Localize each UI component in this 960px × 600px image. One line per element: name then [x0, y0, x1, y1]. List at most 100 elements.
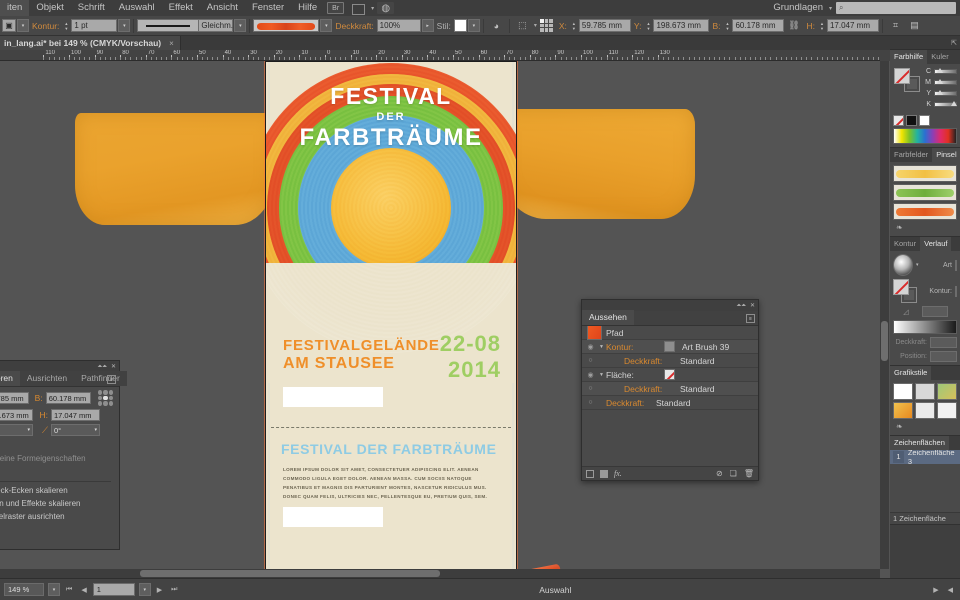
transform-reference-point[interactable]	[98, 390, 113, 406]
fx-icon[interactable]: fx.	[614, 469, 622, 478]
duplicate-item-icon[interactable]: ❏	[730, 469, 737, 478]
tab-ausrichten[interactable]: Ausrichten	[19, 371, 75, 386]
brush-libraries-icon[interactable]: ❧	[896, 223, 903, 232]
gradient-slider-preview[interactable]	[893, 320, 957, 334]
horizontal-scrollbar-thumb[interactable]	[140, 570, 440, 577]
tab-pathfinder[interactable]: Pathfinder	[74, 371, 127, 386]
magenta-slider-row[interactable]: M	[923, 79, 957, 86]
gradient-fill-stroke-control[interactable]	[893, 279, 918, 303]
tab-verlauf[interactable]: Verlauf	[920, 237, 952, 251]
no-selection-icon[interactable]: ▣	[2, 19, 16, 32]
artboards-list[interactable]: 1 Zeichenfläche 3	[890, 448, 960, 512]
chevron-down-icon-gradient[interactable]: ▾	[916, 262, 919, 268]
clear-appearance-icon[interactable]: ⊘	[716, 469, 723, 478]
graphic-style-cell-1[interactable]	[893, 383, 913, 400]
tab-kuler[interactable]: Kuler	[927, 50, 953, 64]
yellow-slider[interactable]	[934, 90, 957, 96]
tab-kontur[interactable]: Kontur	[890, 237, 920, 251]
prev-page-icon[interactable]: ◀	[78, 586, 89, 594]
link-constrain-icon[interactable]: ⛓	[786, 19, 801, 33]
width-field[interactable]: 60.178 mm	[732, 19, 785, 32]
brush-item-green[interactable]	[893, 184, 957, 201]
appearance-row-fill[interactable]: ◉ ▼ Fläche:	[582, 368, 758, 382]
selection-dropdown[interactable]: ▾	[17, 19, 29, 32]
checkbox-row-strokes-effects[interactable]: nturen und Effekte skalieren	[0, 495, 119, 508]
opacity-mask-icon[interactable]: ◕	[489, 19, 504, 33]
checkbox-row-pixel-grid[interactable]: n Pixelraster ausrichten	[0, 508, 119, 521]
appearance-row-object[interactable]: Pfad	[582, 325, 758, 340]
black-swatch[interactable]	[906, 115, 917, 126]
panel-menu-icon[interactable]: ≡	[746, 314, 755, 323]
appearance-panel[interactable]: ⏶⏶ ✕ Aussehen ≡ Pfad ◉ ▼ Kontur: Art Bru…	[581, 299, 759, 481]
tab-transformieren[interactable]: nsformieren	[0, 371, 20, 386]
opacity-field[interactable]: 100%	[376, 19, 421, 32]
chevron-down-icon-shear[interactable]: ▾	[94, 427, 97, 433]
tab-pinsel[interactable]: Pinsel	[932, 148, 960, 162]
zoom-dropdown[interactable]: ▾	[48, 583, 60, 596]
black-slider[interactable]	[934, 101, 958, 107]
graphic-style-cell-6[interactable]	[937, 402, 957, 419]
y-field[interactable]: 198.673 mm	[653, 19, 710, 32]
tab-grafikstile[interactable]: Grafikstile	[890, 366, 932, 380]
close-icon-transform[interactable]: ✕	[111, 363, 116, 371]
collapse-icon-transform[interactable]: ⏶⏶	[97, 363, 107, 371]
style-dropdown[interactable]: ▾	[467, 19, 480, 32]
style-swatch[interactable]	[453, 19, 467, 32]
workspace-chevron-icon[interactable]: ▾	[829, 5, 832, 12]
collapse-icon[interactable]: ⏶⏶	[736, 302, 746, 310]
fill-label[interactable]: Fläche:	[606, 370, 664, 380]
orange-wash-right[interactable]	[500, 109, 695, 219]
page-dropdown[interactable]: ▾	[138, 583, 151, 596]
artboards-panel[interactable]: Zeichenflächen 1 Zeichenfläche 3 1 Zeich…	[890, 436, 960, 525]
stroke-profile-preview[interactable]	[137, 19, 200, 32]
black-slider-row[interactable]: K	[923, 101, 958, 108]
vertical-scrollbar-thumb[interactable]	[881, 321, 888, 361]
transform-icon[interactable]: ⬚	[515, 19, 530, 33]
next-page-icon[interactable]: ▶	[154, 586, 165, 594]
artboard-row[interactable]: 1 Zeichenfläche 3	[890, 448, 960, 466]
brushes-panel-footer-icons[interactable]: ❧	[893, 222, 957, 233]
dock-collapse-strip[interactable]: ⇱	[890, 36, 960, 50]
graphic-styles-panel[interactable]: Grafikstile ❧	[890, 366, 960, 436]
graphic-style-cell-2[interactable]	[915, 383, 935, 400]
menu-item-fenster[interactable]: Fenster	[245, 0, 291, 16]
magenta-slider[interactable]	[934, 79, 957, 85]
brush-item-orange[interactable]	[893, 203, 957, 220]
artboard-name[interactable]: Zeichenfläche 3	[908, 448, 960, 466]
document-tab[interactable]: in_lang.ai* bei 149 % (CMYK/Vorschau) ×	[0, 36, 181, 50]
vertical-scrollbar[interactable]	[880, 61, 889, 569]
appearance-row-stroke[interactable]: ◉ ▼ Kontur: Art Brush 39	[582, 340, 758, 354]
height-field[interactable]: 17.047 mm	[826, 19, 879, 32]
poster-white-box-bottom[interactable]	[283, 507, 383, 527]
stroke-weight-field[interactable]: 1 pt	[71, 19, 118, 32]
menu-item-ansicht[interactable]: Ansicht	[200, 0, 245, 16]
menu-item-objekt[interactable]: Objekt	[29, 0, 70, 16]
status-expand-icon[interactable]: ▶	[930, 586, 941, 594]
transform-shear-field[interactable]: 0° ▾	[51, 424, 100, 436]
gradient-opacity-field[interactable]	[930, 337, 957, 348]
close-icon[interactable]: ×	[169, 39, 174, 48]
y-stepper[interactable]: ▲ ▼	[644, 19, 652, 32]
expand-triangle-icon[interactable]: ▼	[597, 344, 606, 350]
visibility-eye-icon-fill[interactable]: ◉	[584, 371, 597, 379]
menu-item-schrift[interactable]: Schrift	[71, 0, 112, 16]
transform-rotate-field[interactable]: 0° ▾	[0, 424, 33, 436]
gradient-position-field[interactable]	[930, 351, 957, 362]
horizontal-scrollbar[interactable]	[0, 569, 880, 578]
appearance-row-object-opacity[interactable]: ○ Deckkraft: Standard	[582, 396, 758, 410]
graphic-style-cell-3[interactable]	[937, 383, 957, 400]
none-swatch[interactable]	[893, 115, 904, 126]
gradient-fill-swatch[interactable]	[893, 279, 909, 295]
brush-definition-preview[interactable]	[253, 19, 320, 32]
brushes-panel[interactable]: Farbfelder Pinsel ❧	[890, 148, 960, 237]
orange-wash-left[interactable]	[75, 113, 275, 225]
tab-aussehen[interactable]: Aussehen	[582, 310, 634, 325]
brush-dropdown[interactable]: ▾	[320, 19, 333, 32]
search-input[interactable]: ⌕	[836, 2, 956, 14]
gradient-stroke-field[interactable]	[955, 285, 957, 297]
poster-white-box-top[interactable]	[283, 387, 383, 407]
yellow-slider-row[interactable]: Y	[923, 90, 957, 97]
stroke-weight-stepper[interactable]: ▲ ▼	[62, 19, 70, 32]
stroke-opacity-label[interactable]: Deckkraft:	[606, 356, 680, 366]
x-stepper[interactable]: ▲ ▼	[570, 19, 578, 32]
